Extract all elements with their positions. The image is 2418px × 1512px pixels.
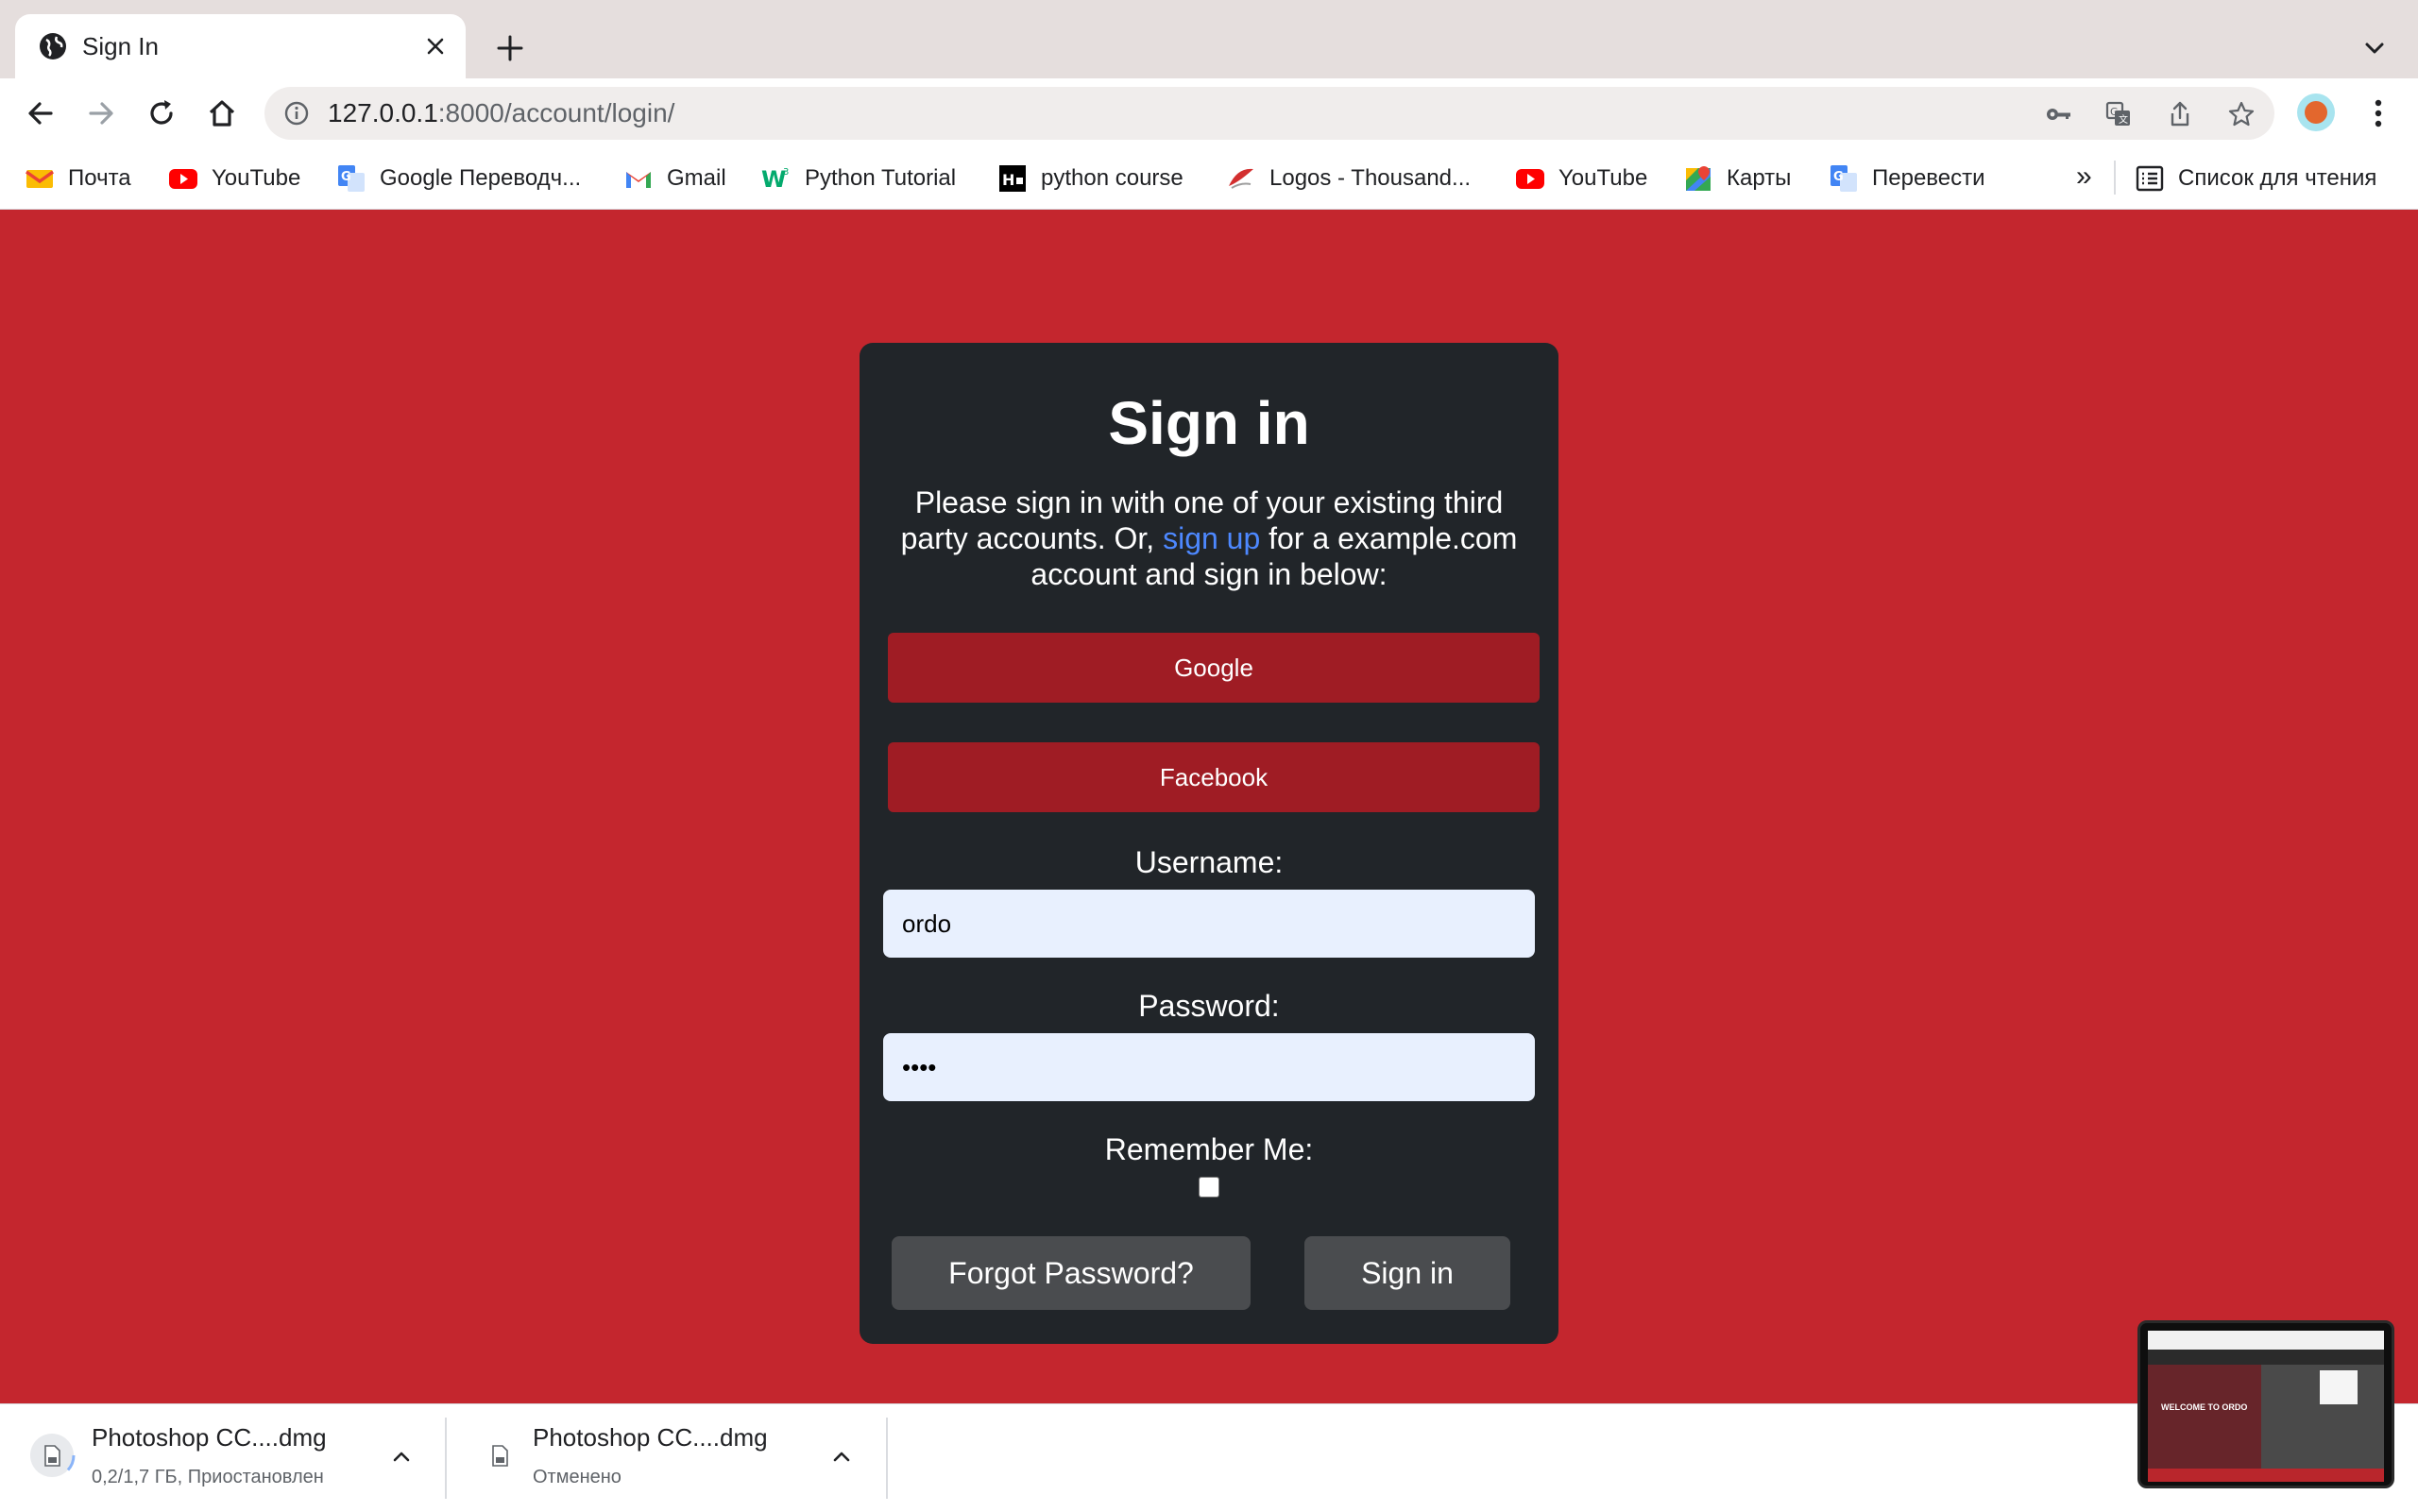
- facebook-signin-button[interactable]: Facebook: [888, 742, 1540, 812]
- home-icon[interactable]: [204, 95, 240, 131]
- signin-card: Sign in Please sign in with one of your …: [860, 343, 1558, 1344]
- star-icon[interactable]: [2227, 100, 2256, 128]
- svg-text:G: G: [2110, 106, 2119, 118]
- username-input[interactable]: [883, 890, 1535, 958]
- tab-title: Sign In: [82, 32, 159, 60]
- download-filename: Photoshop CC....dmg: [533, 1423, 768, 1452]
- key-icon[interactable]: [2044, 100, 2072, 128]
- svg-text:3: 3: [783, 167, 789, 178]
- download-divider: [445, 1418, 447, 1499]
- svg-text:G: G: [1833, 170, 1844, 184]
- google-maps-icon: [1686, 165, 1711, 191]
- bookmark-item[interactable]: G Google Переводч...: [336, 147, 581, 209]
- download-filename: Photoshop CC....dmg: [92, 1423, 327, 1452]
- close-icon[interactable]: [420, 31, 451, 61]
- preview-footer-strip: [2148, 1469, 2384, 1482]
- profile-avatar[interactable]: [2297, 93, 2335, 131]
- window-preview-thumbnail[interactable]: WELCOME TO ORDO: [2137, 1320, 2394, 1488]
- bookmark-item[interactable]: Logos - Thousand...: [1226, 147, 1471, 209]
- more-options-icon[interactable]: [2361, 95, 2395, 131]
- download-status: 0,2/1,7 ГБ, Приостановлен: [92, 1467, 324, 1487]
- file-icon: [492, 1445, 508, 1467]
- bookmark-item[interactable]: Почта: [25, 147, 131, 209]
- bookmark-item[interactable]: YouTube: [168, 147, 300, 209]
- preview-browser-bar: [2148, 1331, 2384, 1350]
- page-title: Sign in: [1108, 389, 1310, 457]
- forward-icon[interactable]: [83, 95, 119, 131]
- bookmarks-divider: [2114, 161, 2116, 195]
- reload-icon[interactable]: [144, 95, 179, 131]
- file-icon: [28, 1432, 76, 1479]
- translate-icon[interactable]: G 文: [2104, 100, 2133, 128]
- preview-dropdown: [2320, 1370, 2358, 1404]
- remember-me-checkbox[interactable]: [1199, 1177, 1219, 1198]
- google-translate-icon: G: [338, 164, 365, 192]
- download-status: Отменено: [533, 1467, 622, 1487]
- svg-text:文: 文: [2119, 113, 2128, 126]
- chevron-up-icon[interactable]: [829, 1444, 854, 1469]
- bookmark-item[interactable]: Карты: [1683, 147, 1791, 209]
- reading-list-button[interactable]: Список для чтения: [2135, 147, 2376, 209]
- youtube-icon: [169, 168, 197, 189]
- svg-text:H: H: [1002, 171, 1014, 189]
- chevron-down-icon[interactable]: [2359, 33, 2390, 63]
- preview-heading: WELCOME TO ORDO: [2161, 1402, 2248, 1412]
- download-shelf: Photoshop CC....dmg 0,2/1,7 ГБ, Приостан…: [0, 1403, 2418, 1512]
- bookmark-item[interactable]: YouTube: [1515, 147, 1647, 209]
- new-tab-icon[interactable]: [493, 31, 527, 65]
- active-tab[interactable]: Sign In: [15, 14, 466, 78]
- basketball-icon: [2305, 101, 2327, 124]
- signin-submit-button[interactable]: Sign in: [1304, 1236, 1510, 1310]
- bookmarks-bar: Почта YouTube G Google Переводч... Gmail…: [0, 147, 2418, 210]
- hexlet-icon: H: [999, 164, 1026, 192]
- w3schools-icon: W 3: [761, 166, 789, 193]
- forgot-password-button[interactable]: Forgot Password?: [892, 1236, 1251, 1310]
- browser-toolbar: 127.0.0.1:8000/account/login/ G 文: [0, 78, 2418, 147]
- bookmark-item[interactable]: G Перевести: [1829, 147, 1985, 209]
- download-item[interactable]: Photoshop CC....dmg 0,2/1,7 ГБ, Приостан…: [0, 1404, 444, 1512]
- url-text[interactable]: 127.0.0.1:8000/account/login/: [328, 87, 674, 140]
- signin-intro: Please sign in with one of your existing…: [900, 485, 1518, 591]
- address-bar[interactable]: 127.0.0.1:8000/account/login/ G 文: [264, 87, 2274, 140]
- tab-strip: Sign In: [0, 0, 2418, 78]
- svg-text:G: G: [341, 170, 351, 184]
- remember-me-label: Remember Me:: [1104, 1132, 1314, 1166]
- bookmark-item[interactable]: H python course: [997, 147, 1183, 209]
- reading-list-icon: [2136, 165, 2164, 191]
- back-icon[interactable]: [23, 95, 59, 131]
- logos-icon: [1229, 168, 1253, 189]
- download-item[interactable]: Photoshop CC....dmg Отменено: [448, 1404, 886, 1512]
- globe-icon: [40, 33, 66, 59]
- download-divider: [886, 1418, 888, 1499]
- chevron-up-icon[interactable]: [389, 1444, 414, 1469]
- preview-header: [2148, 1350, 2384, 1365]
- gmail-icon: [25, 169, 55, 188]
- password-label: Password:: [1138, 989, 1280, 1023]
- share-icon[interactable]: [2166, 100, 2194, 128]
- google-translate-icon: G: [1831, 164, 1857, 192]
- youtube-icon: [1516, 168, 1544, 189]
- password-input[interactable]: [883, 1033, 1535, 1101]
- username-label: Username:: [1134, 845, 1284, 879]
- gmail-icon: [626, 171, 651, 188]
- google-signin-button[interactable]: Google: [888, 633, 1540, 703]
- info-icon[interactable]: [283, 100, 310, 127]
- bookmark-item[interactable]: W 3 Python Tutorial: [761, 147, 956, 209]
- bookmarks-overflow-button[interactable]: »: [2076, 162, 2092, 191]
- bookmark-item[interactable]: Gmail: [623, 147, 726, 209]
- signup-link[interactable]: sign up: [1163, 521, 1260, 555]
